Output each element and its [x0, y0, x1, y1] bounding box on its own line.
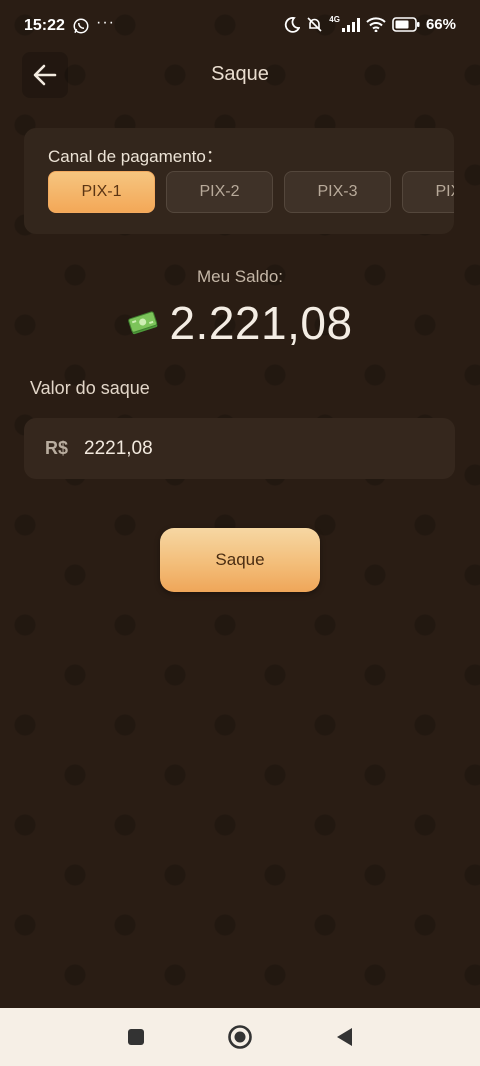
wifi-icon	[366, 17, 386, 32]
app-header: Saque	[0, 42, 480, 108]
page-title: Saque	[211, 63, 269, 85]
more-notifications-icon: ···	[96, 14, 115, 31]
channel-tab-pix-1[interactable]: PIX-1	[48, 171, 155, 213]
status-icons: 4G 66%	[284, 15, 456, 33]
balance-display: 2.221,08	[0, 296, 480, 350]
battery-icon	[392, 17, 420, 32]
back-nav-button[interactable]	[314, 1008, 374, 1066]
moon-icon	[285, 16, 301, 33]
whatsapp-icon	[73, 18, 89, 34]
channel-tab-pix-4[interactable]: PIX-4	[402, 171, 454, 213]
system-nav-bar	[0, 1008, 480, 1066]
home-button[interactable]	[210, 1008, 270, 1066]
bell-off-icon	[307, 17, 322, 32]
withdraw-amount-field[interactable]: R$ 2221,08	[24, 418, 455, 479]
withdraw-submit-button[interactable]: Saque	[160, 528, 320, 592]
money-icon	[128, 311, 158, 335]
payment-channel-label: Canal de pagamento：	[48, 147, 223, 166]
square-icon	[128, 1029, 144, 1045]
circle-icon	[228, 1025, 252, 1049]
battery-percent: 66%	[425, 16, 456, 33]
balance-value: 2.221,08	[169, 297, 353, 349]
withdraw-amount-label: Valor do saque	[30, 378, 150, 398]
payment-channel-card: Canal de pagamento： PIX-1 PIX-2 PIX-3 PI…	[24, 128, 454, 234]
triangle-back-icon	[337, 1028, 352, 1046]
channel-tab-pix-3[interactable]: PIX-3	[284, 171, 391, 213]
recent-apps-button[interactable]	[106, 1008, 166, 1066]
network-type: 4G	[329, 15, 340, 24]
withdraw-amount-input[interactable]: 2221,08	[84, 438, 153, 460]
payment-channel-tabs: PIX-1 PIX-2 PIX-3 PIX-4	[48, 171, 454, 213]
signal-icon	[341, 17, 360, 32]
balance-label: Meu Saldo:	[197, 267, 283, 286]
currency-prefix: R$	[45, 438, 69, 458]
status-time: 15:22	[24, 17, 65, 34]
channel-tab-pix-2[interactable]: PIX-2	[166, 171, 273, 213]
